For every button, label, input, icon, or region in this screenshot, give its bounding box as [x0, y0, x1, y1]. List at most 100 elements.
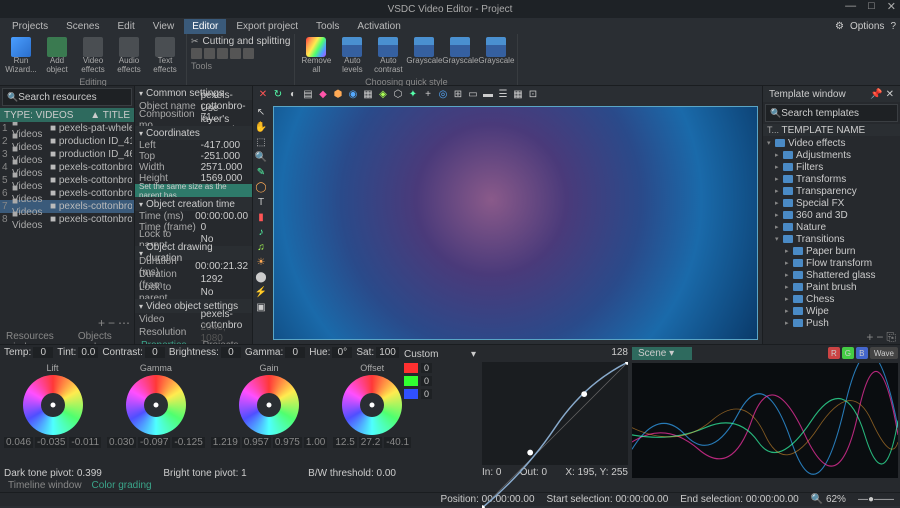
template-item[interactable]: ▸Paper burn [763, 245, 900, 257]
menu-edit[interactable]: Edit [109, 19, 142, 34]
remove-template-icon[interactable]: − [876, 330, 883, 344]
gear-icon[interactable]: ⚙ [835, 21, 844, 32]
menu-projects[interactable]: Projects [4, 19, 56, 34]
pin-icon[interactable]: 📌 ✕ [870, 89, 894, 100]
eyedrop-icon[interactable]: ✎ [255, 166, 267, 178]
add-template-icon[interactable]: + [866, 330, 873, 344]
blue-swatch[interactable] [404, 389, 418, 399]
remove-icon[interactable]: − [108, 316, 115, 330]
tool-icon[interactable]: ▤ [302, 88, 314, 100]
wave-button[interactable]: Wave [870, 347, 898, 359]
template-item[interactable]: ▸Nature [763, 221, 900, 233]
tool-icon[interactable]: ◈ [377, 88, 389, 100]
search-templates-input[interactable]: 🔍 Search templates [765, 104, 898, 122]
tool-icon[interactable]: ✕ [257, 88, 269, 100]
run-wizard-button[interactable]: Run Wizard... [4, 36, 38, 76]
tool-icon[interactable] [191, 48, 202, 59]
menu-export[interactable]: Export project [228, 19, 306, 34]
template-item[interactable]: ▸Special FX [763, 197, 900, 209]
close-icon[interactable]: ✕ [887, 0, 896, 13]
template-item[interactable]: ▸Transforms [763, 173, 900, 185]
grayscale-button-3[interactable]: Grayscale [479, 36, 513, 76]
video-row[interactable]: 8■ Videos■ pexels-cottonbro-718071... [0, 213, 134, 226]
tool-icon[interactable]: ▭ [467, 88, 479, 100]
scope-b-button[interactable]: B [856, 347, 868, 359]
help-icon[interactable]: ? [890, 21, 896, 32]
same-size-button[interactable]: Set the same size as the parent has [135, 184, 252, 197]
search-resources-input[interactable]: 🔍 Search resources [2, 88, 132, 106]
tool-icon[interactable] [243, 48, 254, 59]
brightness-value[interactable]: 0 [221, 347, 241, 358]
scope-r-button[interactable]: R [828, 347, 840, 359]
cursor-icon[interactable]: ↖ [255, 106, 267, 118]
tool-icon[interactable]: ◉ [347, 88, 359, 100]
hand-icon[interactable]: ✋ [255, 121, 267, 133]
tool-icon[interactable]: T [255, 196, 267, 208]
tool-icon[interactable]: ▦ [362, 88, 374, 100]
template-item[interactable]: ▸Wipe [763, 305, 900, 317]
template-item[interactable]: ▸Flow transform [763, 257, 900, 269]
grayscale-button[interactable]: Grayscale [407, 36, 441, 76]
crop-icon[interactable]: ⬚ [255, 136, 267, 148]
tool-icon[interactable]: ✦ [407, 88, 419, 100]
add-icon[interactable]: + [98, 316, 105, 330]
scope-g-button[interactable]: G [842, 347, 854, 359]
tool-icon[interactable]: ☰ [497, 88, 509, 100]
menu-view[interactable]: View [145, 19, 183, 34]
tool-icon[interactable]: ◆ [317, 88, 329, 100]
tool-icon[interactable]: ⬡ [392, 88, 404, 100]
auto-levels-button[interactable]: Auto levels [335, 36, 369, 76]
contrast-value[interactable]: 0 [145, 347, 165, 358]
template-item[interactable]: ▸360 and 3D [763, 209, 900, 221]
tool-icon[interactable]: ⊞ [452, 88, 464, 100]
tool-icon[interactable]: ↻ [272, 88, 284, 100]
tool-icon[interactable]: ▬ [482, 88, 494, 100]
tab-objects-explorer[interactable]: Objects explorer [72, 330, 134, 344]
resources-type-header[interactable]: TYPE: VIDEOS▲ TITLE [0, 108, 134, 122]
template-item[interactable]: ▸Paint brush [763, 281, 900, 293]
hue-value[interactable]: 0° [332, 347, 352, 358]
tool-icon[interactable]: ▣ [255, 301, 267, 313]
tab-resources[interactable]: Resources window [0, 330, 70, 344]
tool-icon[interactable]: ⬤ [255, 271, 267, 283]
tint-value[interactable]: 0.0 [78, 347, 98, 358]
props-coords-header[interactable]: ▾Coordinates [135, 126, 252, 140]
video-canvas[interactable] [273, 106, 758, 340]
zoom-slider[interactable]: —●—— [858, 494, 894, 505]
menu-activation[interactable]: Activation [349, 19, 408, 34]
audio-effects-button[interactable]: Audio effects [112, 36, 146, 76]
tool-icon[interactable]: ◐ [287, 88, 299, 100]
tab-timeline[interactable]: Timeline window [4, 480, 86, 492]
template-item[interactable]: ▾Transitions [763, 233, 900, 245]
tool-icon[interactable]: ⚡ [255, 286, 267, 298]
tool-icon[interactable]: ▮ [255, 211, 267, 223]
tab-color-grading[interactable]: Color grading [88, 480, 156, 492]
tool-icon[interactable]: ☀ [255, 256, 267, 268]
template-item[interactable]: ▸Transparency [763, 185, 900, 197]
grayscale-button-2[interactable]: Grayscale [443, 36, 477, 76]
copy-icon[interactable]: ⎘ [886, 330, 896, 345]
gamma-value[interactable]: 0 [285, 347, 305, 358]
tool-icon[interactable]: ⬢ [332, 88, 344, 100]
template-item[interactable]: ▸Chess [763, 293, 900, 305]
color-wheel-gain[interactable]: Gain1.2190.9570.9751.00 [211, 363, 328, 464]
menu-tools[interactable]: Tools [308, 19, 347, 34]
menu-scenes[interactable]: Scenes [58, 19, 107, 34]
auto-contrast-button[interactable]: Auto contrast [371, 36, 405, 76]
props-creation-header[interactable]: ▾Object creation time [135, 197, 252, 211]
video-effects-button[interactable]: Video effects [76, 36, 110, 76]
tool-icon[interactable]: + [422, 88, 434, 100]
remove-all-button[interactable]: Remove all [299, 36, 333, 76]
tool-icon[interactable]: ♫ [255, 241, 267, 253]
color-wheel-gamma[interactable]: Gamma0.030-0.097-0.125 [107, 363, 205, 464]
tool-icon[interactable] [230, 48, 241, 59]
template-item[interactable]: ▸Adjustments [763, 149, 900, 161]
tool-icon[interactable]: ◎ [437, 88, 449, 100]
tool-icon[interactable]: ♪ [255, 226, 267, 238]
options-link[interactable]: Options [850, 21, 884, 32]
zoom-level[interactable]: 🔍 62% [811, 494, 846, 505]
template-item[interactable]: ▸Filters [763, 161, 900, 173]
template-item[interactable]: ▸Shattered glass [763, 269, 900, 281]
tool-icon[interactable] [217, 48, 228, 59]
rgb-dropdown[interactable]: Custom [404, 349, 438, 360]
